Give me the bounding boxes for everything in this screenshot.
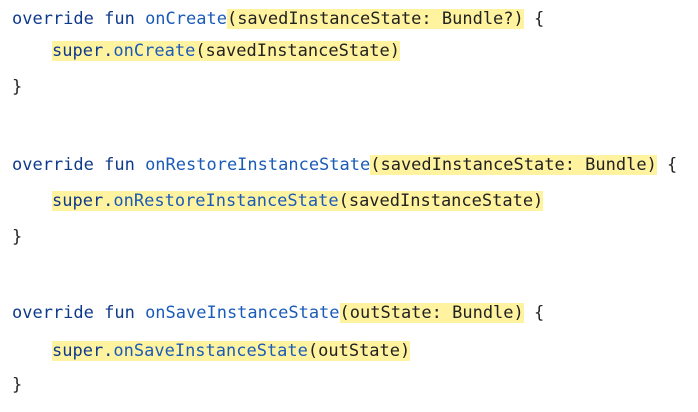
args-onsaveinstancestate: (outState): [307, 341, 411, 361]
close-brace: }: [12, 77, 23, 97]
code-line-oncreate-body: super.onCreate(savedInstanceState): [52, 38, 401, 64]
code-line-close-brace: }: [12, 224, 22, 250]
params-onsaveinstancestate: (outState: Bundle): [339, 303, 524, 323]
args-oncreate: (savedInstanceState): [195, 41, 401, 61]
function-name-oncreate: onCreate: [145, 9, 227, 29]
params-oncreate: (savedInstanceState: Bundle?): [226, 9, 524, 29]
keyword-override-fun: override fun: [12, 9, 146, 29]
keyword-override-fun: override fun: [12, 303, 146, 323]
keyword-super: super.: [52, 191, 114, 211]
code-line-onrestore-body: super.onRestoreInstanceState(savedInstan…: [52, 188, 544, 214]
function-name-onrestoreinstancestate: onRestoreInstanceState: [145, 155, 371, 175]
function-name-onsaveinstancestate: onSaveInstanceState: [145, 303, 340, 323]
code-line-onsave-body: super.onSaveInstanceState(outState): [52, 338, 411, 364]
call-onrestoreinstancestate: onRestoreInstanceState: [113, 191, 339, 211]
close-brace: }: [12, 227, 23, 247]
code-line-onsave-signature: override fun onSaveInstanceState(outStat…: [12, 300, 544, 326]
open-brace: {: [523, 9, 545, 29]
code-line-close-brace: }: [12, 372, 22, 398]
call-oncreate: onCreate: [113, 41, 196, 61]
call-onsaveinstancestate: onSaveInstanceState: [113, 341, 308, 361]
keyword-super: super.: [52, 341, 114, 361]
code-line-oncreate-signature: override fun onCreate(savedInstanceState…: [12, 6, 544, 32]
close-brace: }: [12, 375, 23, 395]
keyword-super: super.: [52, 41, 114, 61]
open-brace: {: [656, 155, 678, 175]
code-line-onrestore-signature: override fun onRestoreInstanceState(save…: [12, 152, 677, 178]
code-line-close-brace: }: [12, 74, 22, 100]
keyword-override-fun: override fun: [12, 155, 146, 175]
args-onrestoreinstancestate: (savedInstanceState): [338, 191, 544, 211]
params-onrestoreinstancestate: (savedInstanceState: Bundle): [370, 155, 657, 175]
open-brace: {: [523, 303, 545, 323]
code-editor: override fun onCreate(savedInstanceState…: [0, 0, 698, 412]
